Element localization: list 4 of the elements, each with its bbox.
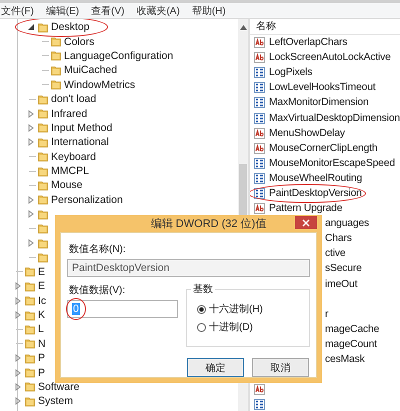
dialog-title: 编辑 DWORD (32 位)值	[150, 217, 266, 231]
group-label: 基数	[191, 282, 215, 296]
field-label: 数值数据(V):	[69, 284, 126, 297]
field-label: 数值名称(N):	[69, 243, 127, 256]
